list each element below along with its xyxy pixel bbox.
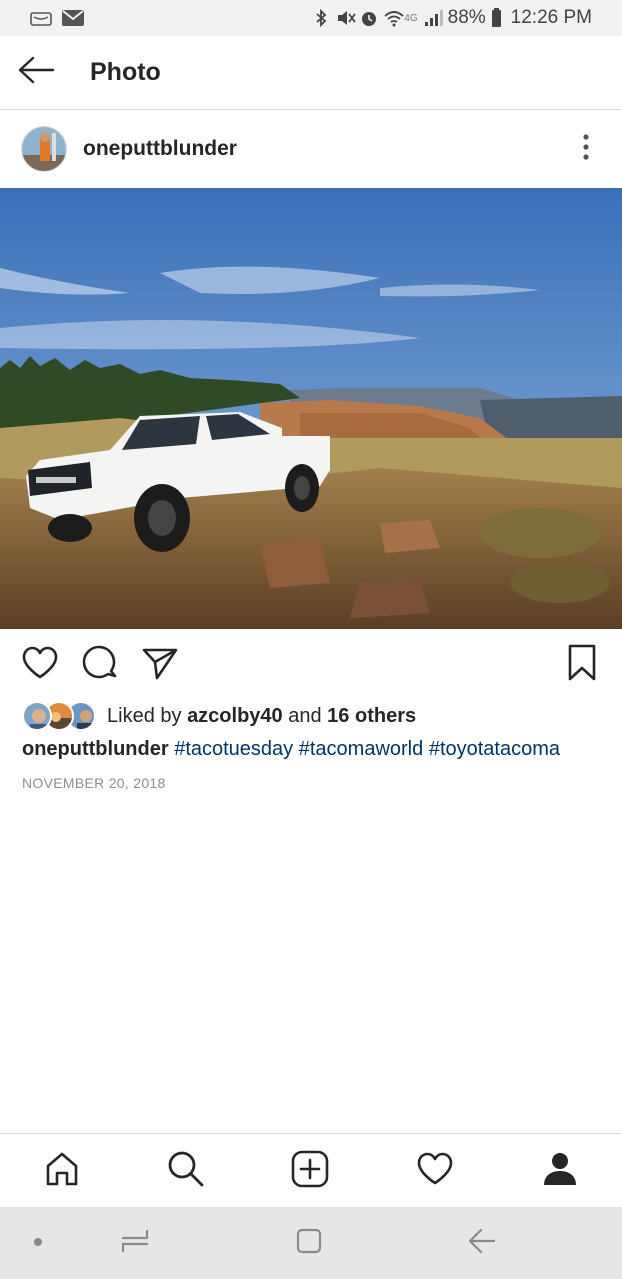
recents-icon — [121, 1228, 149, 1259]
likes-conjunction: and — [288, 704, 322, 727]
liked-by-avatars — [22, 701, 98, 731]
nav-home-button[interactable] — [39, 1148, 85, 1194]
comment-icon — [82, 645, 118, 686]
more-vertical-icon — [583, 133, 589, 165]
post-photo[interactable] — [0, 188, 622, 629]
likes-row[interactable]: Liked by azcolby40 and 16 others — [22, 700, 416, 732]
back-button[interactable] — [0, 36, 72, 110]
bookmark-icon — [567, 644, 597, 687]
avatar[interactable] — [21, 126, 67, 172]
hashtag[interactable]: #toyotatacoma — [429, 738, 560, 760]
post-actions — [0, 629, 622, 701]
comment-button[interactable] — [78, 643, 122, 687]
search-icon — [167, 1150, 205, 1193]
post-caption: oneputtblunder #tacotuesday #tacomaworld… — [22, 738, 560, 761]
alarm-icon — [360, 9, 378, 27]
system-home-button[interactable] — [289, 1225, 329, 1261]
status-right: 4G 88% 12:26 PM — [312, 7, 592, 29]
signal-icon — [424, 9, 443, 27]
hashtag[interactable]: #tacomaworld — [299, 738, 424, 760]
likes-others[interactable]: 16 others — [327, 705, 416, 727]
mail-icon — [62, 10, 84, 26]
system-dot-button[interactable] — [18, 1225, 58, 1261]
app-header: Photo — [0, 36, 622, 110]
post-username[interactable]: oneputtblunder — [83, 137, 237, 161]
liked-by-user[interactable]: azcolby40 — [187, 705, 283, 727]
arrow-left-icon — [17, 56, 55, 89]
home-icon — [44, 1151, 80, 1192]
page-title: Photo — [90, 58, 161, 86]
back-icon — [468, 1228, 496, 1259]
heart-icon — [21, 646, 59, 685]
profile-icon — [542, 1151, 578, 1192]
post-header: oneputtblunder — [0, 110, 622, 188]
battery-icon — [491, 7, 501, 27]
nav-profile-button[interactable] — [537, 1148, 583, 1194]
nav-search-button[interactable] — [163, 1148, 209, 1194]
likes-text: Liked by azcolby40 and 16 others — [107, 705, 416, 728]
mute-icon — [336, 9, 357, 27]
more-options-button[interactable] — [574, 132, 598, 166]
status-bar: 4G 88% 12:26 PM — [0, 0, 622, 36]
liker-avatar — [22, 701, 52, 731]
battery-percent: 88% — [447, 7, 486, 28]
share-button[interactable] — [138, 643, 182, 687]
activity-heart-icon — [416, 1152, 454, 1191]
nav-activity-button[interactable] — [412, 1148, 458, 1194]
status-time: 12:26 PM — [510, 7, 592, 28]
home-square-icon — [296, 1228, 322, 1259]
amazon-icon — [30, 9, 52, 27]
hashtag[interactable]: #tacotuesday — [174, 738, 293, 760]
post-date: NOVEMBER 20, 2018 — [22, 775, 166, 791]
system-nav-bar — [0, 1207, 622, 1279]
bluetooth-icon — [312, 8, 330, 28]
add-post-icon — [291, 1150, 329, 1193]
dot-icon — [33, 1234, 43, 1252]
likes-prefix: Liked by — [107, 704, 182, 727]
caption-username[interactable]: oneputtblunder — [22, 738, 169, 760]
wifi-icon — [384, 9, 404, 27]
system-back-button[interactable] — [462, 1225, 502, 1261]
bottom-nav — [0, 1133, 622, 1207]
network-label: 4G — [404, 12, 418, 24]
system-recents-button[interactable] — [115, 1225, 155, 1261]
save-button[interactable] — [560, 643, 604, 687]
like-button[interactable] — [18, 643, 62, 687]
share-icon — [141, 646, 179, 685]
nav-add-post-button[interactable] — [287, 1148, 333, 1194]
status-left — [30, 9, 84, 27]
